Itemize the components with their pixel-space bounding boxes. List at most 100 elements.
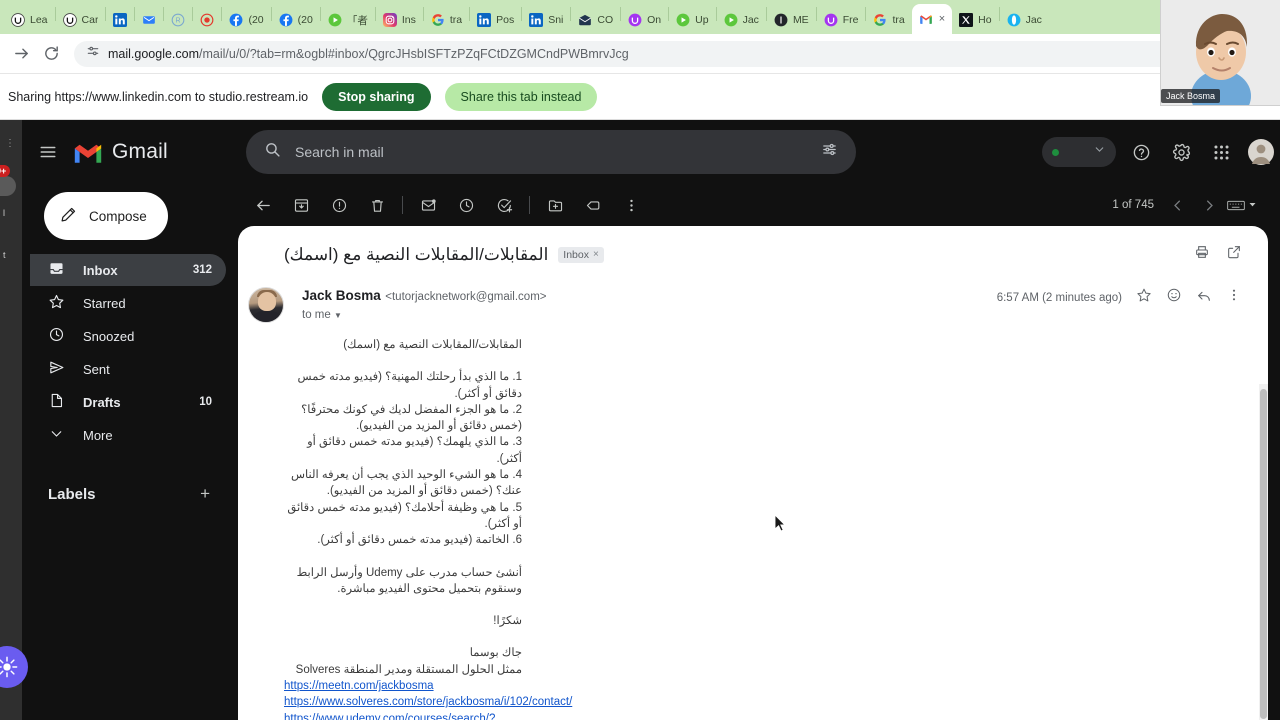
- browser-tab[interactable]: 「者: [321, 6, 375, 34]
- trash-icon[interactable]: [358, 186, 396, 224]
- site-settings-icon[interactable]: [86, 44, 100, 63]
- sidebar-item-sent[interactable]: Sent: [30, 353, 226, 385]
- close-icon[interactable]: ×: [593, 249, 599, 260]
- tab-label: Lea: [30, 14, 48, 26]
- signature-link[interactable]: https://meetn.com/jackbosma: [284, 678, 522, 694]
- tab-label: On: [647, 14, 662, 26]
- sidebar-item-more[interactable]: More: [30, 419, 226, 451]
- browser-tab[interactable]: Up: [669, 6, 715, 34]
- browser-tab[interactable]: Fre: [817, 6, 866, 34]
- browser-omnibox-bar: mail.google.com/mail/u/0/?tab=rm&ogbl#in…: [0, 34, 1280, 74]
- browser-tab-active[interactable]: ×: [911, 4, 953, 34]
- apps-grid-icon[interactable]: [1206, 137, 1236, 167]
- archive-icon[interactable]: [282, 186, 320, 224]
- browser-tab[interactable]: Jac: [1000, 6, 1049, 34]
- gmail-header-actions: [1042, 137, 1280, 167]
- chevron-right-icon[interactable]: [1194, 190, 1224, 220]
- browser-tab[interactable]: CO: [571, 6, 620, 34]
- sidebar-item-count: 10: [199, 396, 212, 408]
- browser-tab[interactable]: (20: [222, 6, 270, 34]
- gmail-sidebar: Compose Inbox 312 Starred Snoozed Sent Drafts…: [22, 184, 238, 720]
- browser-tab[interactable]: tra: [866, 6, 911, 34]
- browser-tab[interactable]: [106, 6, 134, 34]
- browser-tab[interactable]: (20: [272, 6, 320, 34]
- sidebar-item-count: 312: [192, 264, 212, 276]
- add-to-tasks-icon[interactable]: [485, 186, 523, 224]
- browser-tab[interactable]: On: [621, 6, 668, 34]
- browser-tab[interactable]: Sni: [522, 6, 570, 34]
- back-arrow-icon[interactable]: [244, 186, 282, 224]
- browser-tab[interactable]: R: [164, 6, 192, 34]
- background-app-rail[interactable]: ⋮ 9+ l t: [0, 120, 28, 720]
- more-vertical-icon[interactable]: [1226, 287, 1242, 308]
- tab-label: Up: [695, 14, 709, 26]
- sidebar-item-label: Sent: [83, 361, 110, 377]
- sidebar-item-inbox[interactable]: Inbox 312: [30, 254, 226, 286]
- share-this-tab-instead-button[interactable]: Share this tab instead: [444, 83, 598, 111]
- compose-button[interactable]: Compose: [44, 192, 168, 240]
- browser-tab[interactable]: Jac: [717, 6, 766, 34]
- rail-pill[interactable]: [0, 176, 16, 196]
- mark-unread-icon[interactable]: [409, 186, 447, 224]
- scrollbar-thumb[interactable]: [1260, 389, 1267, 719]
- tab-label: (20: [297, 14, 313, 26]
- chevron-left-icon[interactable]: [1162, 190, 1192, 220]
- open-in-new-icon[interactable]: [1226, 244, 1242, 265]
- plus-icon[interactable]: +: [200, 484, 210, 504]
- account-avatar[interactable]: [1246, 137, 1276, 167]
- sidebar-item-drafts[interactable]: Drafts 10: [30, 386, 226, 418]
- sidebar-item-starred[interactable]: Starred: [30, 287, 226, 319]
- browser-tab[interactable]: ME: [767, 6, 816, 34]
- keyboard-icon[interactable]: [1226, 191, 1258, 219]
- browser-tab[interactable]: Car: [56, 6, 106, 34]
- signature-link[interactable]: https://www.udemy.com/courses/search/?sr…: [284, 711, 522, 720]
- browser-tab[interactable]: tra: [424, 6, 469, 34]
- chevron-down-icon[interactable]: [1093, 143, 1106, 161]
- active-status-pill[interactable]: [1042, 137, 1116, 167]
- mail-card: المقابلات/المقابلات النصية مع (اسمك) Inb…: [238, 226, 1268, 720]
- star-outline-icon[interactable]: [1136, 287, 1152, 308]
- browser-tab[interactable]: Ho: [952, 6, 998, 34]
- recipient-line[interactable]: to me ▼: [302, 309, 547, 321]
- help-circle-icon[interactable]: [1126, 137, 1156, 167]
- url-address-bar[interactable]: mail.google.com/mail/u/0/?tab=rm&ogbl#in…: [74, 40, 1242, 67]
- gear-icon[interactable]: [1166, 137, 1196, 167]
- caret-down-icon[interactable]: ▼: [334, 311, 342, 320]
- draft-page-icon: [48, 392, 65, 412]
- report-spam-icon[interactable]: [320, 186, 358, 224]
- forward-arrow-icon[interactable]: [10, 43, 32, 65]
- pencil-icon: [60, 206, 77, 226]
- sidebar-item-snoozed[interactable]: Snoozed: [30, 320, 226, 352]
- move-to-icon[interactable]: [536, 186, 574, 224]
- reply-arrow-icon[interactable]: [1196, 287, 1212, 308]
- status-badge[interactable]: Inbox ×: [558, 246, 604, 263]
- print-icon[interactable]: [1194, 244, 1210, 265]
- search-options-icon[interactable]: [821, 141, 838, 163]
- search-input[interactable]: Search in mail: [246, 130, 856, 174]
- reload-icon[interactable]: [40, 43, 62, 65]
- hamburger-menu-icon[interactable]: [26, 130, 70, 174]
- close-icon[interactable]: ×: [939, 13, 945, 25]
- browser-tab[interactable]: [193, 6, 221, 34]
- browser-tab[interactable]: Pos: [470, 6, 521, 34]
- add-reaction-icon[interactable]: [1166, 287, 1182, 308]
- gmail-logo-text: Gmail: [112, 140, 168, 163]
- stop-sharing-button[interactable]: Stop sharing: [322, 83, 431, 111]
- label-tag-icon[interactable]: [574, 186, 612, 224]
- webcam-overlay[interactable]: Jack Bosma: [1160, 0, 1280, 106]
- signature-link[interactable]: https://www.solveres.com/store/jackbosma…: [284, 694, 572, 710]
- registered-icon: R: [171, 13, 185, 27]
- opera-icon: [1007, 13, 1021, 27]
- more-vertical-icon[interactable]: [612, 186, 650, 224]
- avatar[interactable]: [248, 287, 284, 323]
- snooze-clock-icon[interactable]: [447, 186, 485, 224]
- chevron-down-icon[interactable]: [1248, 196, 1257, 214]
- sender-name: Jack Bosma: [302, 288, 381, 303]
- browser-tab[interactable]: [135, 6, 163, 34]
- google-icon: [873, 13, 887, 27]
- gmail-logo[interactable]: Gmail: [72, 140, 232, 164]
- browser-tab[interactable]: Lea: [4, 6, 55, 34]
- browser-tab[interactable]: Ins: [376, 6, 423, 34]
- body-spacer-3: [284, 597, 522, 613]
- message-count: 1 of 745: [1112, 199, 1154, 211]
